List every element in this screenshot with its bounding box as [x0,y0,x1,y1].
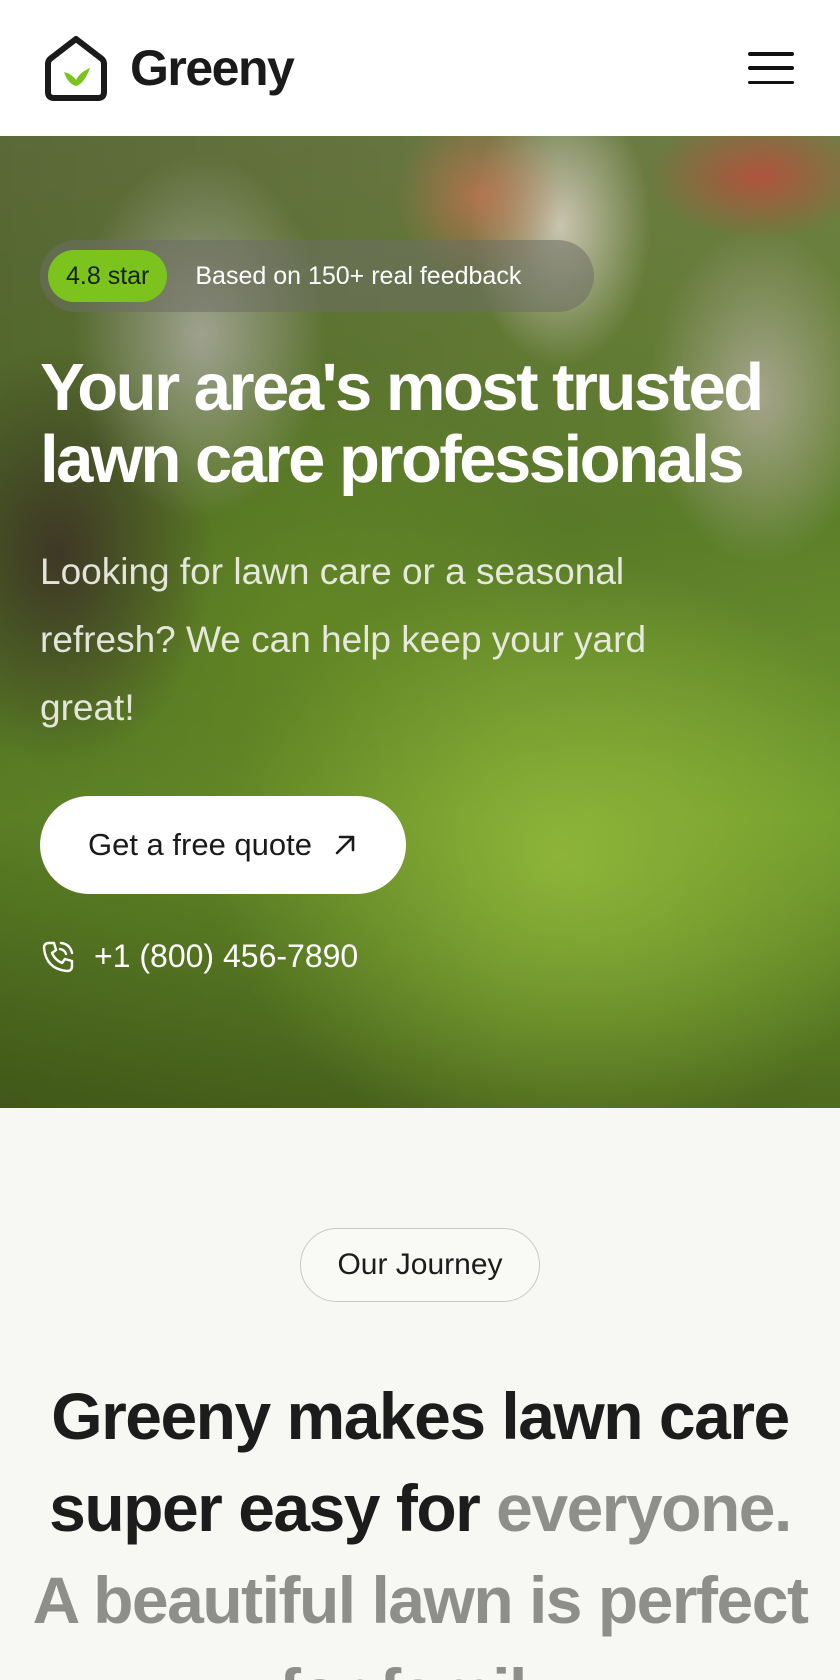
our-journey-pill: Our Journey [300,1228,540,1302]
get-free-quote-button[interactable]: Get a free quote [40,796,406,894]
phone-icon [42,941,74,972]
rating-badge: 4.8 star [48,250,168,302]
brand-logo-link[interactable]: Greeny [44,34,295,102]
hero-title: Your area's most trusted lawn care profe… [40,352,800,496]
hero-section: 4.8 star Based on 150+ real feedback You… [0,136,840,1108]
cta-label: Get a free quote [87,827,313,862]
phone-number: +1 (800) 456-7890 [94,938,359,974]
hero-title-line-2: lawn care professionals [40,422,745,497]
rating-pill: 4.8 star Based on 150+ real feedback [40,240,594,312]
house-leaf-icon [45,36,107,101]
hamburger-menu-icon[interactable] [748,52,794,84]
hero-title-line-1: Your area's most trusted [40,350,764,425]
journey-section: Our Journey Greeny makes lawn care super… [0,1108,840,1680]
hero-subtitle: Looking for lawn care or a seasonal refr… [40,551,647,728]
phone-link[interactable]: +1 (800) 456-7890 [40,938,358,975]
rating-text: Based on 150+ real feedback [195,261,522,290]
journey-title: Greeny makes lawn care super easy for ev… [30,1370,810,1680]
arrow-up-right-icon [335,835,355,855]
brand-name: Greeny [130,40,295,96]
site-header: Greeny [0,0,840,136]
